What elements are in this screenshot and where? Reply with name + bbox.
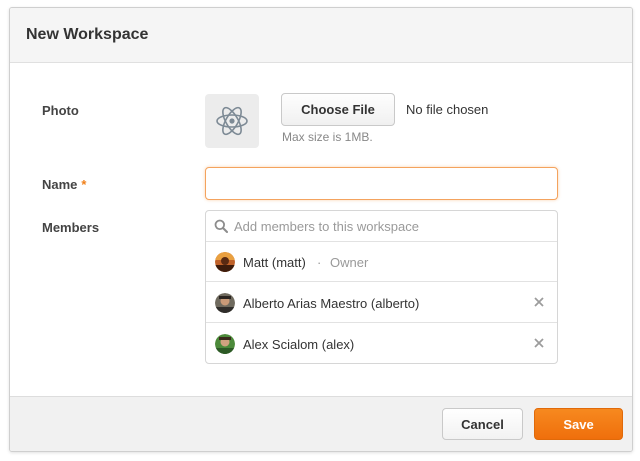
member-row: Matt (matt) · Owner	[206, 242, 557, 282]
choose-file-button[interactable]: Choose File	[281, 93, 395, 126]
file-status-text: No file chosen	[406, 102, 489, 117]
avatar	[215, 252, 235, 272]
dialog-footer: Cancel Save	[10, 396, 632, 451]
required-marker: *	[81, 177, 87, 192]
atom-icon	[216, 106, 248, 136]
member-role: Owner	[330, 255, 369, 270]
member-row: Alberto Arias Maestro (alberto)	[206, 283, 557, 323]
remove-member-button[interactable]	[531, 335, 547, 351]
close-icon	[534, 338, 544, 348]
member-search-row	[206, 211, 557, 242]
workspace-photo-thumbnail	[205, 94, 259, 148]
dialog-title: New Workspace	[26, 26, 149, 43]
member-separator: ·	[317, 255, 322, 270]
remove-member-button[interactable]	[531, 294, 547, 310]
member-name: Matt (matt)	[243, 255, 306, 270]
file-size-hint: Max size is 1MB.	[282, 130, 373, 144]
avatar	[215, 334, 235, 354]
member-name: Alex Scialom (alex)	[243, 337, 355, 352]
members-list: Matt (matt) · Owner Alberto Arias Maestr…	[205, 210, 558, 364]
name-label-row: Name *	[42, 177, 86, 192]
search-icon	[214, 219, 228, 233]
member-name: Alberto Arias Maestro (alberto)	[243, 296, 420, 311]
member-row: Alex Scialom (alex)	[206, 324, 557, 364]
members-label: Members	[42, 220, 100, 235]
avatar	[215, 293, 235, 313]
name-label: Name	[42, 177, 78, 192]
workspace-name-input[interactable]	[205, 167, 558, 200]
cancel-button[interactable]: Cancel	[442, 408, 523, 440]
close-icon	[534, 297, 544, 307]
photo-label: Photo	[42, 103, 79, 118]
member-search-input[interactable]	[234, 215, 550, 237]
save-button[interactable]: Save	[534, 408, 623, 440]
dialog-header: New Workspace	[10, 8, 632, 63]
new-workspace-dialog: New Workspace Photo Choose File No file …	[9, 7, 633, 452]
